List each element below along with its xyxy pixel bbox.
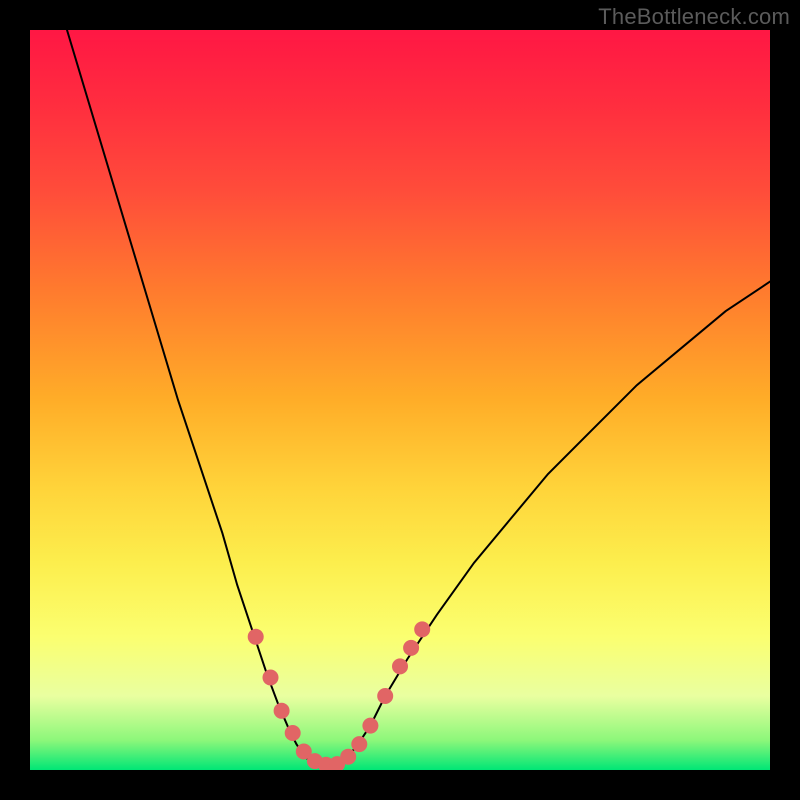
chart-frame: TheBottleneck.com [0,0,800,800]
data-marker [403,640,419,656]
data-marker [377,688,393,704]
curve-group [67,30,770,766]
watermark-text: TheBottleneck.com [598,4,790,30]
data-marker [414,621,430,637]
data-marker [285,725,301,741]
data-marker [392,658,408,674]
data-marker [274,703,290,719]
data-marker [340,749,356,765]
data-marker [362,718,378,734]
bottleneck-curve [67,30,770,766]
data-marker [263,670,279,686]
data-marker [351,736,367,752]
chart-svg [30,30,770,770]
plot-area [30,30,770,770]
data-marker [248,629,264,645]
